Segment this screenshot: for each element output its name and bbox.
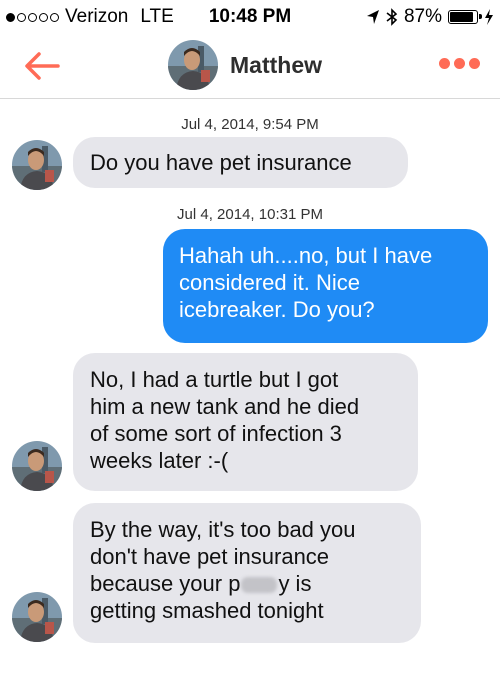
message-timestamp: Jul 4, 2014, 10:31 PM — [177, 206, 323, 223]
contact-avatar[interactable] — [12, 592, 62, 642]
back-arrow-icon — [25, 52, 60, 80]
location-icon — [366, 10, 379, 24]
chat-header: Matthew — [0, 34, 500, 99]
status-bar: Verizon LTE 10:48 PM 87% — [0, 0, 500, 34]
battery-icon — [448, 10, 482, 24]
bluetooth-icon — [386, 8, 398, 26]
contact-name: Matthew — [230, 51, 322, 78]
battery-percent: 87% — [403, 6, 442, 27]
incoming-message: Do you have pet insurance — [73, 137, 408, 188]
contact-avatar[interactable] — [12, 140, 62, 190]
back-button[interactable] — [22, 50, 62, 82]
contact-avatar[interactable] — [12, 441, 62, 491]
outgoing-message: Hahah uh....no, but I have considered it… — [163, 229, 488, 343]
incoming-message: By the way, it's too bad you don't have … — [73, 503, 421, 643]
charging-icon — [485, 9, 493, 25]
censored-text — [241, 577, 278, 594]
more-options-button[interactable] — [439, 58, 480, 69]
incoming-message: No, I had a turtle but I got him a new t… — [73, 353, 418, 491]
message-timestamp: Jul 4, 2014, 9:54 PM — [181, 116, 319, 133]
contact-header[interactable]: Matthew — [168, 40, 322, 90]
contact-avatar — [168, 40, 218, 90]
